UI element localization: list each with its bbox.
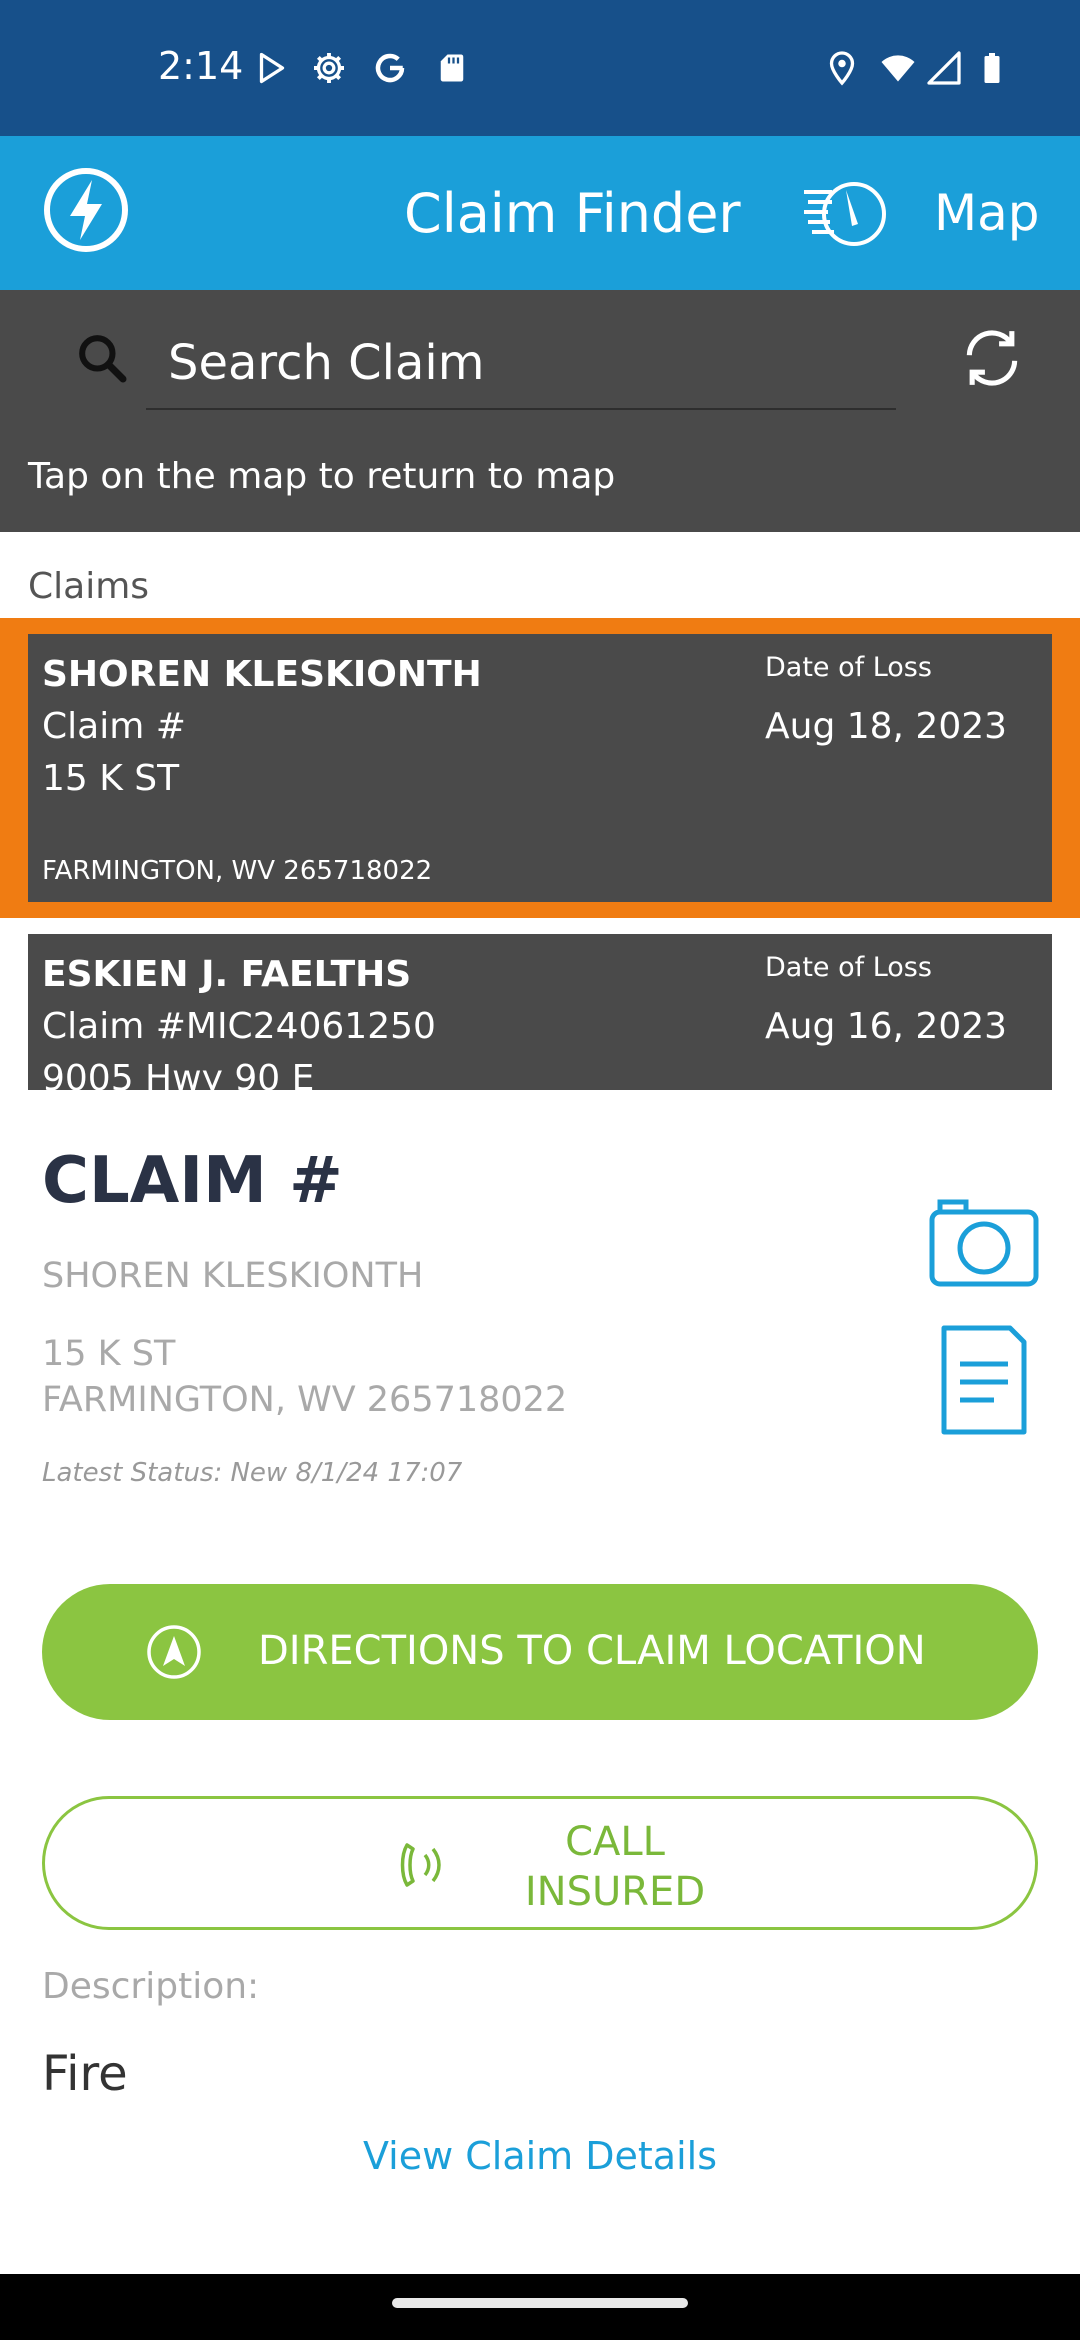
claim-card[interactable]: SHOREN KLESKIONTH Claim # 15 K ST FARMIN… — [28, 634, 1052, 902]
system-nav-bar — [0, 2274, 1080, 2340]
gear-icon — [314, 53, 344, 83]
call-insured-button-label: CALL INSURED — [524, 1819, 706, 1915]
refresh-icon[interactable] — [958, 324, 1026, 392]
call-insured-button[interactable]: CALL INSURED — [42, 1796, 1038, 1930]
claim-card[interactable]: ESKIEN J. FAELTHS Claim #MIC24061250 900… — [28, 934, 1052, 1090]
app-bar: Claim Finder Map — [0, 136, 1080, 290]
claim-street: 15 K ST — [42, 758, 180, 799]
claim-detail-street: 15 K ST — [42, 1334, 176, 1374]
description-value: Fire — [42, 2046, 128, 2102]
claim-insured-name: ESKIEN J. FAELTHS — [42, 954, 412, 995]
claim-street: 9005 Hwy 90 E — [42, 1058, 315, 1090]
map-return-hint[interactable]: Tap on the map to return to map — [28, 456, 615, 497]
navigation-arrow-icon — [147, 1625, 201, 1679]
speed-compass-icon[interactable] — [802, 178, 892, 248]
date-of-loss-label: Date of Loss — [765, 652, 932, 683]
search-panel: Tap on the map to return to map — [0, 290, 1080, 532]
home-gesture-pill[interactable] — [392, 2298, 688, 2308]
signal-icon — [927, 51, 961, 85]
notes-icon[interactable] — [940, 1324, 1028, 1436]
date-of-loss: Aug 16, 2023 — [765, 1006, 1008, 1047]
claim-detail-title: CLAIM # — [42, 1144, 343, 1218]
directions-button-label: DIRECTIONS TO CLAIM LOCATION — [258, 1628, 926, 1674]
status-time: 2:14 — [158, 44, 244, 88]
view-claim-details-link[interactable]: View Claim Details — [0, 2134, 1080, 2178]
date-of-loss: Aug 18, 2023 — [765, 706, 1008, 747]
claim-insured-name: SHOREN KLESKIONTH — [42, 654, 482, 695]
location-icon — [829, 51, 855, 86]
map-button[interactable]: Map — [934, 184, 1040, 242]
claim-detail-city: FARMINGTON, WV 265718022 — [42, 1380, 568, 1420]
phone-ringing-icon — [400, 1843, 441, 1887]
claim-number: Claim #MIC24061250 — [42, 1006, 436, 1047]
description-label: Description: — [42, 1966, 260, 2007]
claim-detail-name: SHOREN KLESKIONTH — [42, 1256, 424, 1296]
directions-button[interactable]: DIRECTIONS TO CLAIM LOCATION — [42, 1584, 1038, 1720]
sd-card-icon — [440, 54, 464, 82]
wifi-icon — [881, 55, 915, 82]
status-bar: 2:14 — [0, 0, 1080, 136]
claim-city: FARMINGTON, WV 265718022 — [42, 856, 433, 886]
play-store-icon — [259, 52, 285, 84]
claim-latest-status: Latest Status: New 8/1/24 17:07 — [42, 1458, 463, 1488]
claim-number: Claim # — [42, 706, 186, 747]
lightning-logo-icon[interactable] — [42, 166, 130, 254]
date-of-loss-label: Date of Loss — [765, 952, 932, 983]
claims-heading: Claims — [28, 566, 150, 607]
search-input[interactable] — [146, 318, 896, 410]
battery-icon — [984, 53, 1000, 83]
camera-icon[interactable] — [928, 1194, 1040, 1288]
google-icon — [375, 53, 405, 83]
app-title: Claim Finder — [404, 182, 741, 245]
search-icon — [79, 335, 127, 383]
